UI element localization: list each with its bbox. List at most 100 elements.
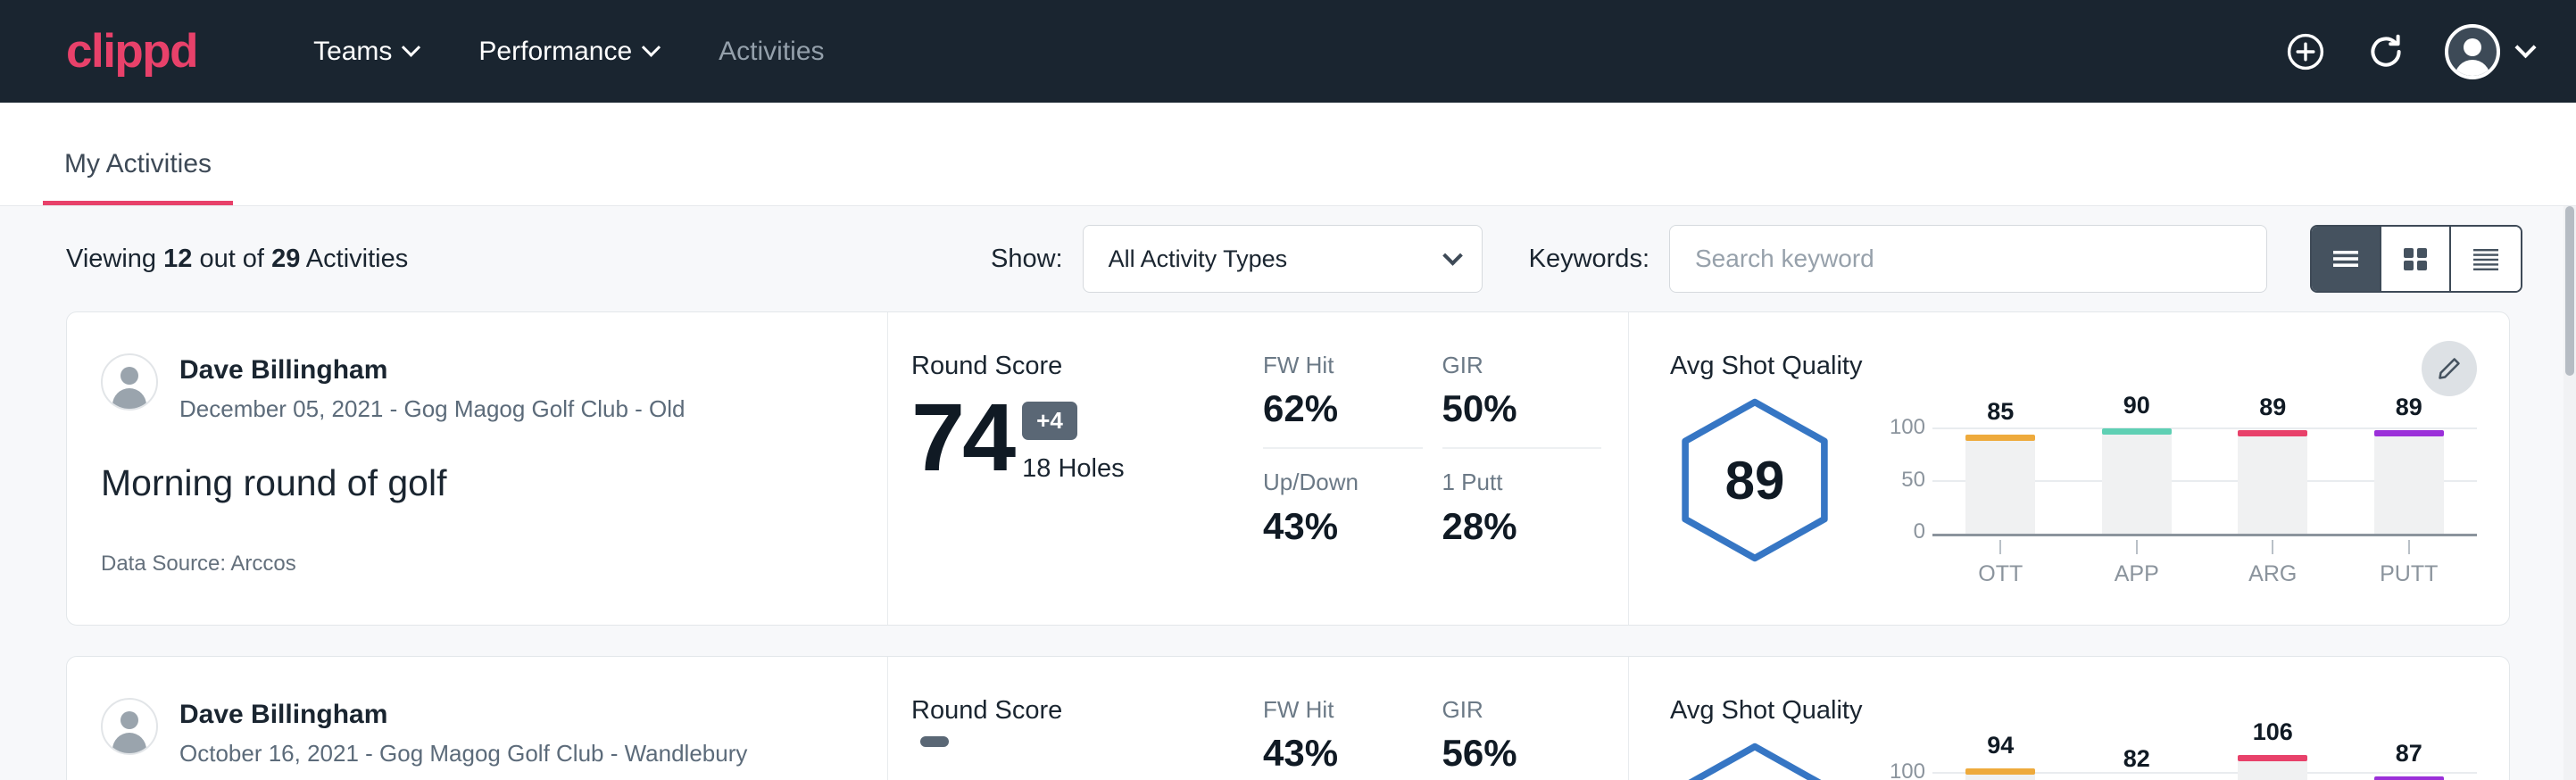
bar-cap — [1965, 768, 2035, 775]
viewing-suffix: Activities — [306, 245, 408, 273]
nav-item-performance[interactable]: Performance — [448, 26, 688, 78]
stat-one-putt: 1 Putt 28% — [1442, 469, 1602, 564]
chart-y-axis: 100 50 0 — [1882, 401, 1932, 536]
holes-played: 18 Holes — [1022, 454, 1124, 484]
bar-cap — [2238, 430, 2307, 436]
user-name: Dave Billingham — [179, 353, 686, 387]
stat-up-down: Up/Down 43% — [1263, 469, 1423, 564]
brand-logo[interactable]: clippd — [66, 28, 197, 75]
chevron-down-icon — [642, 38, 661, 57]
activity-user: Dave Billingham October 16, 2021 - Gog M… — [101, 698, 852, 768]
list-view-button[interactable] — [2312, 227, 2381, 291]
viewing-total: 29 — [271, 245, 300, 273]
chart-bar-ott: 94 — [1965, 745, 2035, 780]
chart-bars: 85 90 — [1932, 401, 2477, 534]
stat-label: GIR — [1442, 352, 1602, 379]
stat-label: GIR — [1442, 696, 1602, 724]
add-button[interactable] — [2284, 30, 2327, 73]
data-source: Data Source: Arccos — [101, 552, 296, 577]
bar-cap — [2374, 776, 2444, 780]
view-toggle-group — [2310, 225, 2522, 293]
stat-value: 43% — [1263, 733, 1423, 774]
grid-icon — [2397, 244, 2433, 274]
score-to-par-badge: +4 — [1022, 402, 1077, 440]
y-tick: 50 — [1901, 468, 1925, 493]
list-icon — [2328, 245, 2364, 272]
main-nav: Teams Performance Activities — [283, 26, 854, 78]
scrollbar-thumb[interactable] — [2565, 206, 2574, 376]
activity-info: Dave Billingham October 16, 2021 - Gog M… — [67, 657, 888, 780]
grid-view-button[interactable] — [2381, 227, 2451, 291]
round-score-section: Round Score — [888, 657, 1245, 780]
activity-type-select[interactable]: All Activity Types — [1083, 225, 1483, 293]
compact-view-button[interactable] — [2451, 227, 2521, 291]
avatar — [101, 353, 158, 411]
activity-stats: FW Hit 62% GIR 50% Up/Down 43% 1 Putt 28… — [1245, 312, 1629, 625]
bar-cap — [1965, 435, 2035, 441]
avg-shot-quality-label: Avg Shot Quality — [1670, 352, 2477, 381]
user-menu[interactable] — [2445, 24, 2533, 79]
activity-card[interactable]: Dave Billingham October 16, 2021 - Gog M… — [66, 656, 2510, 780]
activity-meta: December 05, 2021 - Gog Magog Golf Club … — [179, 394, 686, 425]
chart-bar-ott: 85 — [1965, 401, 2035, 534]
chart-plot-area: 94 82 — [1932, 745, 2477, 780]
round-score-value: 74 — [911, 392, 1013, 484]
user-name: Dave Billingham — [179, 698, 747, 732]
search-input[interactable] — [1695, 245, 2241, 273]
refresh-button[interactable] — [2364, 30, 2407, 73]
avatar-head-shape — [2464, 38, 2481, 56]
bar-value-label: 106 — [2238, 718, 2307, 746]
chevron-down-icon — [402, 38, 420, 57]
x-tick-putt: PUTT — [2374, 540, 2444, 587]
chart-x-axis: OTT APP ARG — [1932, 540, 2477, 587]
round-score-label: Round Score — [911, 696, 1245, 726]
nav-item-teams[interactable]: Teams — [283, 26, 448, 78]
avg-shot-quality-section: Avg Shot Quality 100 50 0 — [1629, 657, 2509, 780]
bar-value-label: 85 — [1965, 398, 2035, 426]
x-tick-label: ARG — [2238, 561, 2307, 587]
viewing-prefix: Viewing — [66, 245, 156, 273]
x-tick-label: APP — [2102, 561, 2172, 587]
chart-bar-arg: 89 — [2238, 401, 2307, 534]
content-area: Viewing 12 out of 29 Activities Show: Al… — [0, 206, 2576, 780]
bar-value-label: 90 — [2102, 392, 2172, 419]
stat-value: 43% — [1263, 506, 1423, 547]
bar-value-label: 89 — [2238, 394, 2307, 421]
nav-item-label: Teams — [313, 37, 392, 67]
x-tick-label: PUTT — [2374, 561, 2444, 587]
chart-baseline — [1932, 534, 2477, 536]
bar-cap — [2102, 428, 2172, 435]
nav-item-label: Activities — [719, 37, 824, 67]
chevron-down-icon — [1442, 245, 1463, 266]
avatar-body-shape — [2455, 60, 2490, 79]
shot-quality-hexagon: 89 — [1670, 395, 1840, 565]
activity-card[interactable]: Dave Billingham December 05, 2021 - Gog … — [66, 311, 2510, 626]
nav-item-activities[interactable]: Activities — [688, 26, 854, 78]
stat-label: FW Hit — [1263, 696, 1423, 724]
shot-quality-value: 89 — [1670, 395, 1840, 565]
edit-activity-button[interactable] — [2422, 341, 2477, 396]
shot-quality-chart: 100 50 0 94 — [1882, 740, 2477, 780]
shot-quality-value — [1670, 740, 1840, 780]
activity-type-value: All Activity Types — [1109, 245, 1442, 273]
bar-cap — [2238, 755, 2307, 761]
viewing-middle: out of — [199, 245, 264, 273]
search-field-wrapper[interactable] — [1669, 225, 2267, 293]
plus-circle-icon — [2284, 30, 2327, 73]
refresh-icon — [2364, 30, 2407, 73]
bar-value-label: 89 — [2374, 394, 2444, 421]
y-tick: 100 — [1890, 415, 1925, 440]
avatar — [2445, 24, 2500, 79]
activity-info: Dave Billingham December 05, 2021 - Gog … — [67, 312, 888, 625]
filter-controls: Show: All Activity Types Keywords: — [991, 225, 2522, 293]
header-actions — [2284, 24, 2533, 79]
avg-shot-quality-section: Avg Shot Quality 89 100 50 0 — [1629, 312, 2509, 625]
stat-label: 1 Putt — [1442, 469, 1602, 496]
tab-my-activities[interactable]: My Activities — [43, 149, 233, 205]
vertical-scrollbar[interactable] — [2564, 206, 2576, 780]
bar-value-label: 82 — [2102, 745, 2172, 773]
x-tick-label: OTT — [1965, 561, 2035, 587]
stat-value: 62% — [1263, 388, 1423, 429]
avatar-body-shape — [112, 388, 146, 411]
avatar-head-shape — [120, 367, 138, 385]
